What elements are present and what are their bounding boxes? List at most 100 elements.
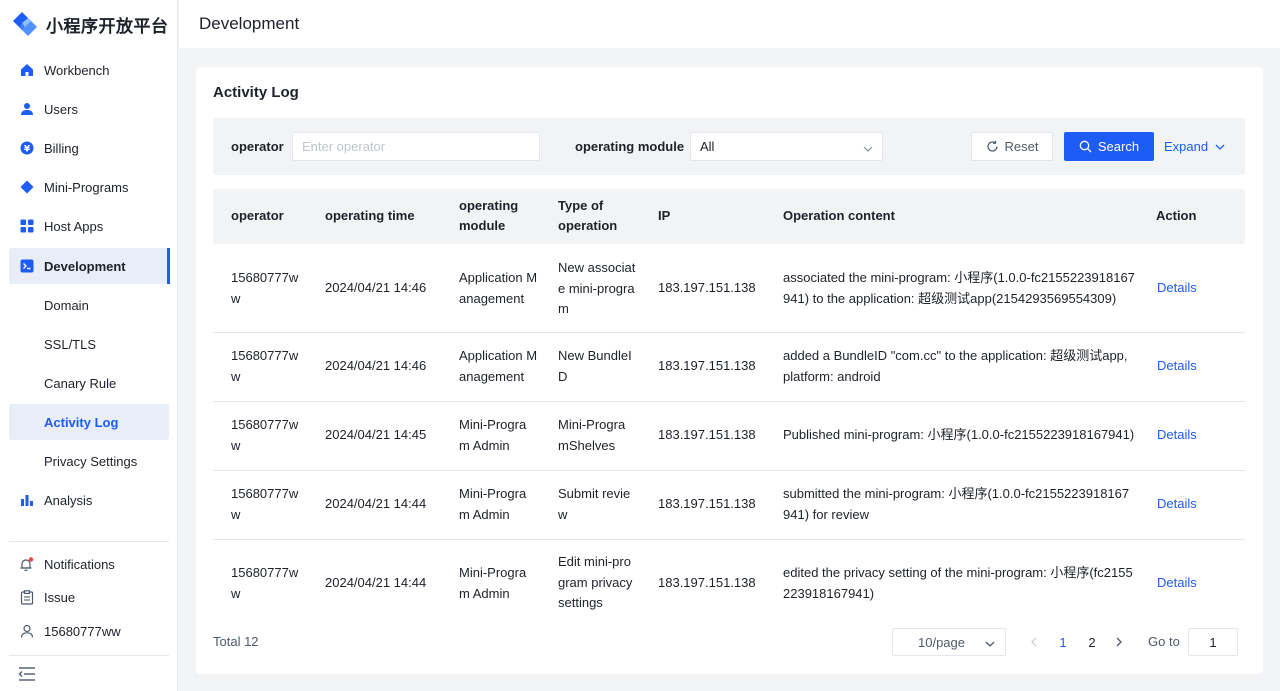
sidebar-item-label: Analysis [44, 492, 93, 508]
reset-label: Reset [1004, 139, 1039, 154]
chevron-down-icon [863, 142, 873, 152]
column-header-type: Type of operation [558, 198, 618, 233]
page-button-1[interactable]: 1 [1053, 628, 1073, 656]
cell-time: 2024/04/21 14:44 [325, 496, 427, 511]
sidebar-item-label: Billing [44, 140, 79, 156]
cell-module: Application Management [459, 270, 538, 306]
cell-time: 2024/04/21 14:45 [325, 427, 427, 442]
table-row: 15680777ww 2024/04/21 14:45 Mini-Program… [213, 402, 1245, 471]
sidebar-item-mini-programs[interactable]: Mini-Programs [9, 169, 169, 205]
sidebar-sub-label: Privacy Settings [44, 453, 138, 469]
logo[interactable]: 小程序开放平台 [0, 0, 177, 48]
details-link[interactable]: Details [1157, 496, 1197, 511]
cell-type: New BundleID [558, 348, 632, 384]
diamond-icon [19, 180, 34, 195]
page-button-2[interactable]: 2 [1082, 628, 1102, 656]
cell-operator: 15680777ww [231, 417, 299, 453]
search-icon [1079, 140, 1092, 153]
card-title: Activity Log [213, 84, 299, 101]
cell-content: added a BundleID "com.cc" to the applica… [783, 348, 1128, 384]
goto-page-input[interactable] [1188, 628, 1238, 656]
cell-ip: 183.197.151.138 [658, 358, 756, 373]
column-header-ip: IP [658, 208, 671, 223]
terminal-icon [19, 259, 34, 274]
sidebar-item-label: Mini-Programs [44, 179, 129, 195]
notifications-item[interactable]: Notifications [9, 550, 169, 578]
sidebar-sub-activity-log[interactable]: Activity Log [9, 404, 169, 440]
module-select[interactable]: All [690, 132, 883, 161]
cell-operator: 15680777ww [231, 565, 299, 601]
sidebar-item-label: Users [44, 101, 78, 117]
top-bar: Development [179, 0, 1280, 48]
sidebar-sub-label: Canary Rule [44, 375, 117, 391]
user-icon [19, 102, 34, 117]
sidebar-item-development[interactable]: Development [9, 248, 170, 284]
cell-operator: 15680777ww [231, 486, 299, 522]
table-row: 15680777ww 2024/04/21 14:44 Mini-Program… [213, 471, 1245, 540]
sidebar-item-host-apps[interactable]: Host Apps [9, 208, 169, 244]
cell-module: Mini-Program Admin [459, 417, 527, 453]
operator-label: operator [231, 139, 284, 154]
operator-input[interactable] [292, 132, 540, 161]
sidebar-sub-label: SSL/TLS [44, 336, 97, 352]
column-header-module: operating module [459, 198, 519, 233]
prev-page-button[interactable] [1026, 628, 1042, 656]
cell-ip: 183.197.151.138 [658, 575, 756, 590]
chevron-left-icon [1031, 637, 1037, 647]
sidebar-item-billing[interactable]: ¥ Billing [9, 130, 169, 166]
column-header-time: operating time [325, 208, 415, 223]
cell-type: Submit review [558, 486, 631, 522]
sidebar-sub-canary-rule[interactable]: Canary Rule [9, 365, 169, 401]
cell-time: 2024/04/21 14:46 [325, 358, 427, 373]
sidebar-item-users[interactable]: Users [9, 91, 169, 127]
account-item[interactable]: 15680777ww [9, 617, 169, 645]
table-header: operator operating time operating module… [213, 189, 1245, 244]
module-label: operating module [575, 139, 685, 154]
sidebar-sub-label: Activity Log [44, 414, 119, 430]
billing-icon: ¥ [19, 141, 34, 156]
svg-text:¥: ¥ [23, 145, 30, 155]
sidebar-item-analysis[interactable]: Analysis [9, 482, 169, 518]
column-header-content: Operation content [783, 208, 895, 223]
home-icon [19, 63, 34, 78]
cell-operator: 15680777ww [231, 348, 299, 384]
reset-button[interactable]: Reset [971, 132, 1053, 161]
details-link[interactable]: Details [1157, 427, 1197, 442]
sidebar-sub-privacy-settings[interactable]: Privacy Settings [9, 443, 169, 479]
table-row: 15680777ww 2024/04/21 14:46 Application … [213, 333, 1245, 402]
filter-bar: operator operating module All Reset Sear… [213, 118, 1245, 175]
next-page-button[interactable] [1111, 628, 1127, 656]
menu-collapse-icon[interactable] [18, 666, 36, 682]
details-link[interactable]: Details [1157, 358, 1197, 373]
sidebar-item-label: Host Apps [44, 218, 104, 234]
sidebar-sub-domain[interactable]: Domain [9, 287, 169, 323]
bottom-item-label: Issue [44, 589, 76, 605]
cell-time: 2024/04/21 14:46 [325, 280, 427, 295]
page-size-value: 10/page [918, 634, 965, 650]
issue-item[interactable]: Issue [9, 583, 169, 611]
cell-type: New associate mini-program [558, 260, 636, 316]
bottom-item-label: 15680777ww [44, 623, 121, 639]
page-title: Development [199, 14, 300, 33]
cell-ip: 183.197.151.138 [658, 280, 756, 295]
cell-ip: 183.197.151.138 [658, 496, 756, 511]
sidebar-sub-ssl-tls[interactable]: SSL/TLS [9, 326, 169, 362]
search-button[interactable]: Search [1064, 132, 1154, 161]
table-row: 15680777ww 2024/04/21 14:46 Application … [213, 244, 1245, 333]
person-icon [19, 624, 34, 639]
sidebar-item-label: Workbench [44, 62, 110, 78]
details-link[interactable]: Details [1157, 575, 1197, 590]
details-link[interactable]: Details [1157, 280, 1197, 295]
table-row: 15680777ww 2024/04/21 14:44 Mini-Program… [213, 540, 1245, 626]
bar-chart-icon [19, 493, 34, 508]
cell-module: Application Management [459, 348, 538, 384]
expand-toggle[interactable]: Expand [1164, 139, 1225, 154]
page-size-select[interactable]: 10/page [892, 628, 1006, 656]
chevron-down-icon [985, 637, 995, 647]
cell-content: associated the mini-program: 小程序(1.0.0-f… [783, 270, 1135, 306]
goto-label: Go to [1148, 634, 1180, 649]
sidebar-item-workbench[interactable]: Workbench [9, 52, 169, 88]
sidebar: 小程序开放平台 Workbench Users ¥ Billing Mini-P… [0, 0, 178, 691]
column-header-action: Action [1156, 208, 1197, 223]
cell-content: submitted the mini-program: 小程序(1.0.0-fc… [783, 486, 1130, 522]
